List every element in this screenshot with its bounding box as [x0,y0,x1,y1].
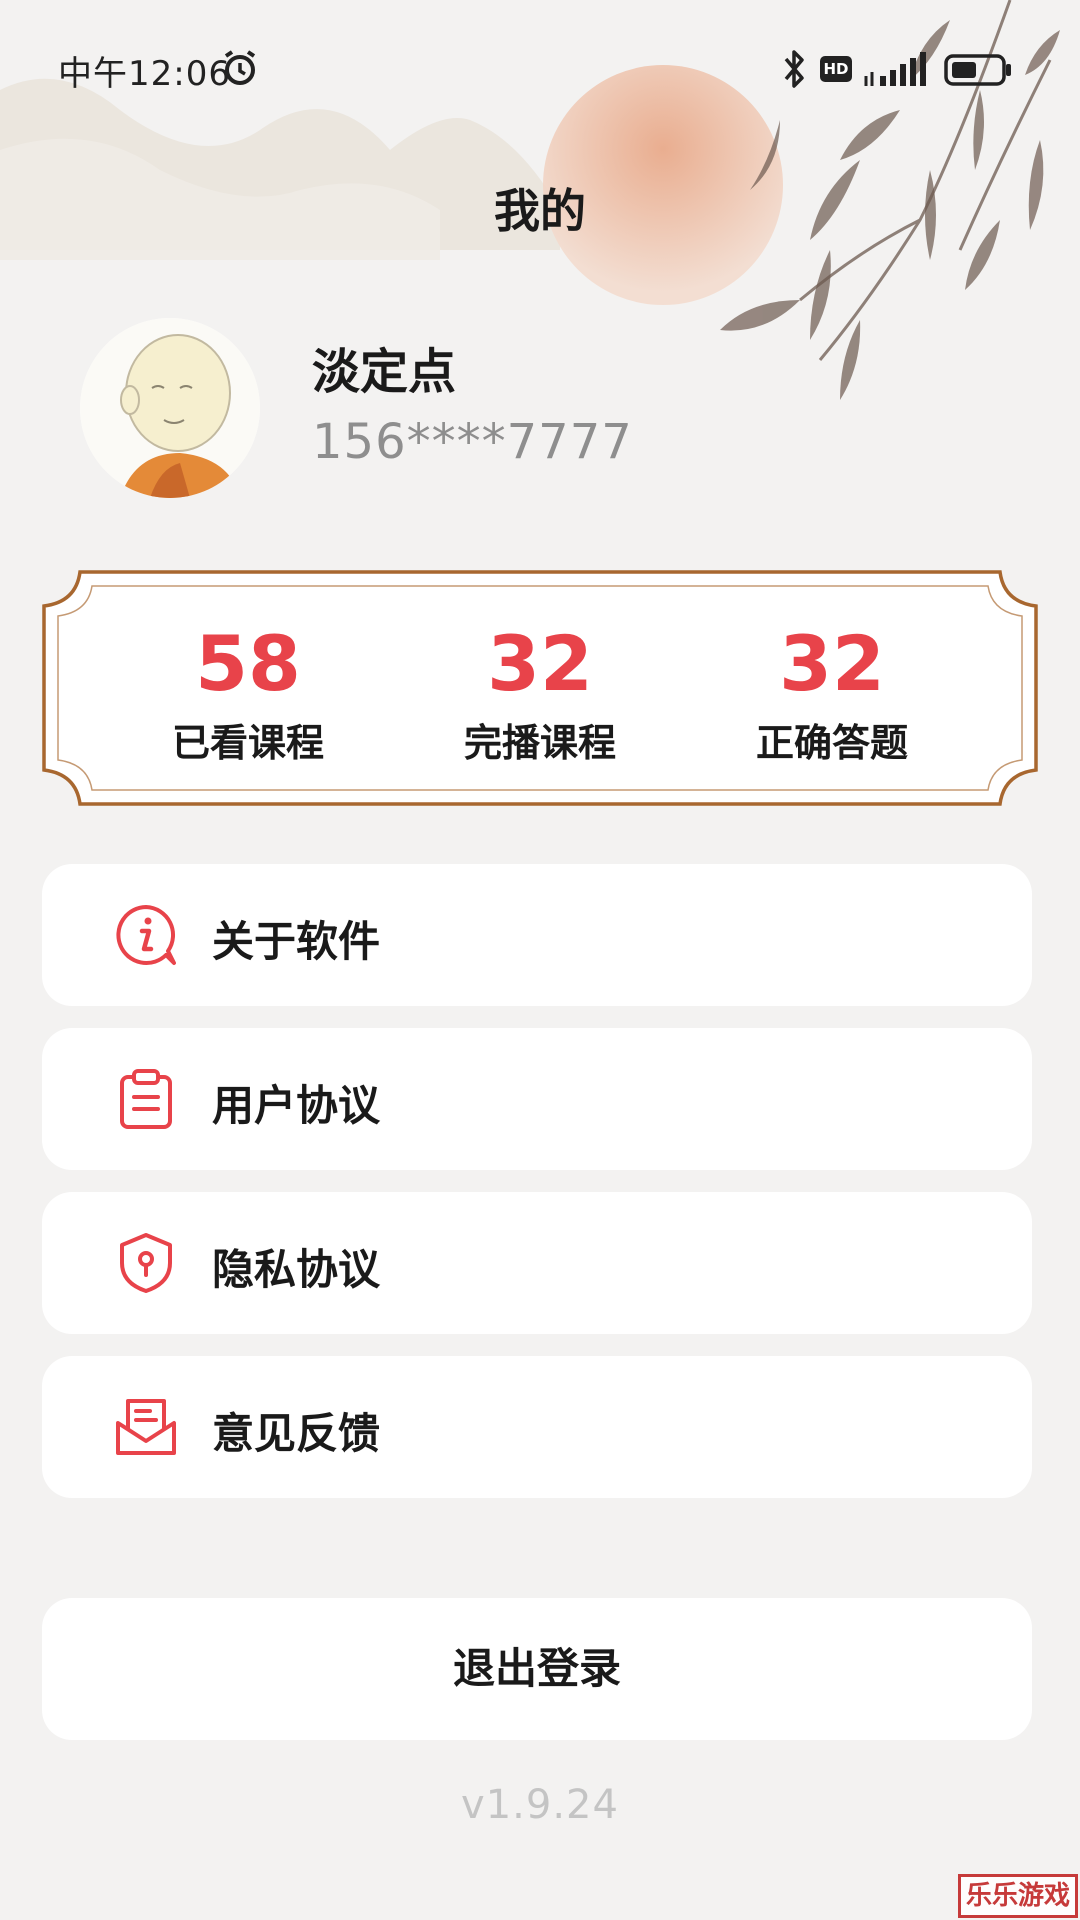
stat-value: 32 [487,619,593,708]
monk-avatar-illustration [80,318,260,498]
hd-voice-badge: HD [820,56,852,82]
info-icon [116,905,176,965]
shield-icon [120,1233,172,1293]
user-name: 淡定点 [312,344,457,400]
site-watermark: 乐乐游戏 [958,1874,1078,1918]
stat-correct-answers[interactable]: 32 正确答题 [702,626,962,767]
menu-label: 用户协议 [212,1081,381,1130]
stat-label: 完播课程 [463,721,616,765]
user-phone: 156****7777 [312,414,633,470]
clipboard-icon [120,1069,172,1129]
logout-button[interactable]: 退出登录 [42,1598,1032,1740]
menu-item-feedback[interactable]: 意见反馈 [42,1356,1032,1498]
app-version: v1.9.24 [461,1782,619,1828]
profile-screen: 中午12:06 HD 我的 淡定点 156****7777 58 已看课程 32… [0,0,1080,1920]
menu-item-privacy-policy[interactable]: 隐私协议 [42,1192,1032,1334]
alarm-clock-icon [224,50,256,85]
page-title: 我的 [494,184,586,238]
menu-label: 隐私协议 [212,1245,381,1294]
battery-icon [944,54,1011,86]
menu-label: 意见反馈 [212,1409,381,1458]
status-bar: 中午12:06 HD [0,0,1080,140]
menu-label: 关于软件 [212,917,381,966]
feedback-mail-icon [116,1399,176,1455]
bluetooth-icon [784,50,804,88]
stat-completed-courses[interactable]: 32 完播课程 [410,626,670,767]
stat-value: 58 [195,619,301,708]
avatar[interactable] [80,318,260,498]
stat-watched-courses[interactable]: 58 已看课程 [118,626,378,767]
stat-value: 32 [779,619,885,708]
stat-label: 正确答题 [755,721,908,765]
menu-item-about[interactable]: 关于软件 [42,864,1032,1006]
stat-label: 已看课程 [171,721,324,765]
status-time: 中午12:06 [58,54,231,94]
cellular-signal-icon [864,52,926,86]
learning-stats-panel: 58 已看课程 32 完播课程 32 正确答题 [42,570,1038,806]
menu-item-user-agreement[interactable]: 用户协议 [42,1028,1032,1170]
